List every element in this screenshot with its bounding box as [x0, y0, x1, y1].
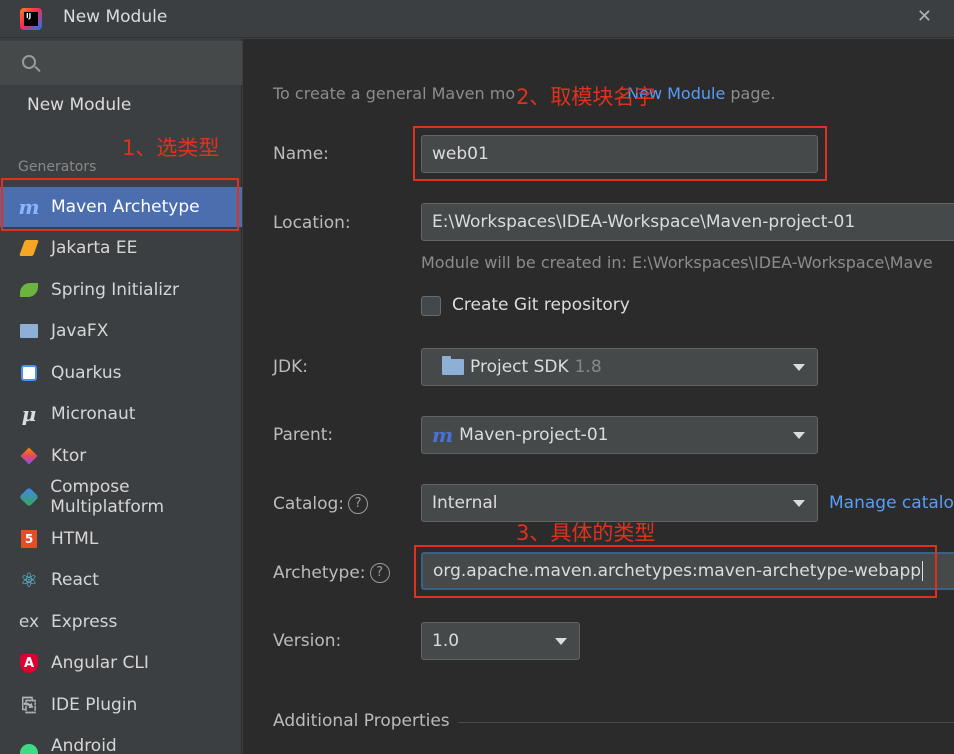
sidebar-item-label: HTML [51, 529, 99, 549]
sidebar-item-label: Micronaut [51, 404, 136, 424]
search-input[interactable] [0, 41, 242, 85]
sidebar-item-label: Spring Initializr [51, 280, 179, 300]
folder-icon [442, 356, 464, 375]
archetype-value: org.apache.maven.archetypes:maven-archet… [433, 561, 922, 581]
annotation-step1: 1、选类型 [122, 136, 220, 160]
sidebar-item-quarkus[interactable]: Quarkus [0, 353, 242, 393]
name-field[interactable]: web01 [421, 135, 818, 173]
manage-catalogs-link[interactable]: Manage catalog [829, 493, 954, 513]
express-icon: ex [18, 612, 40, 632]
version-select[interactable]: 1.0 [421, 622, 580, 660]
plugin-icon: ⎘ [21, 694, 37, 716]
git-checkbox-label[interactable]: Create Git repository [452, 295, 630, 315]
location-label: Location: [273, 213, 351, 233]
sidebar-item-label: React [51, 570, 99, 590]
git-checkbox[interactable] [421, 296, 441, 316]
chevron-down-icon [555, 638, 567, 645]
spring-icon [18, 279, 40, 301]
sidebar-item-label: Maven Archetype [51, 197, 200, 217]
sidebar-item-jakarta-ee[interactable]: Jakarta EE [0, 228, 242, 268]
annotation-step2: 2、取模块名字 [516, 85, 656, 109]
location-value: E:\Workspaces\IDEA-Workspace\Maven-proje… [432, 212, 856, 232]
parent-label: Parent: [273, 425, 334, 445]
hint-suffix: page. [725, 84, 776, 103]
window-title: New Module [63, 7, 168, 27]
compose-icon [18, 486, 39, 508]
hint-text: To create a general Maven mo [273, 84, 516, 103]
maven-icon: m [18, 195, 40, 219]
react-icon: ⚛ [20, 568, 38, 592]
sidebar-item-express[interactable]: ex Express [0, 602, 242, 642]
help-icon[interactable]: ? [369, 563, 390, 583]
help-icon[interactable]: ? [348, 494, 369, 514]
close-icon[interactable]: ✕ [917, 6, 932, 27]
maven-icon: m [432, 423, 454, 447]
sidebar-item-android[interactable]: Android [0, 726, 242, 754]
divider [458, 722, 954, 723]
name-label: Name: [273, 144, 329, 164]
javafx-icon [18, 320, 40, 342]
sidebar-item-javafx[interactable]: JavaFX [0, 311, 242, 351]
angular-icon: A [18, 652, 40, 674]
search-icon [22, 55, 36, 69]
sidebar-item-spring-initializr[interactable]: Spring Initializr [0, 270, 242, 310]
sidebar-item-html[interactable]: 5 HTML [0, 519, 242, 559]
jdk-value: Project SDK [470, 357, 569, 377]
parent-value: Maven-project-01 [459, 425, 609, 445]
intellij-logo-icon: IJ [20, 8, 42, 30]
sidebar-item-new-module[interactable]: New Module [27, 95, 131, 115]
version-value: 1.0 [432, 631, 460, 651]
ktor-icon [18, 445, 40, 467]
sidebar-item-label: IDE Plugin [51, 695, 138, 715]
catalog-label-text: Catalog: [273, 494, 345, 514]
jdk-select[interactable]: Project SDK 1.8 [421, 348, 818, 386]
archetype-input[interactable]: org.apache.maven.archetypes:maven-archet… [421, 552, 954, 590]
chevron-down-icon [793, 364, 805, 371]
additional-properties-title[interactable]: Additional Properties [273, 711, 450, 731]
location-field[interactable]: E:\Workspaces\IDEA-Workspace\Maven-proje… [421, 203, 954, 241]
title-bar: IJ New Module ✕ [0, 0, 954, 38]
sidebar-item-react[interactable]: ⚛ React [0, 560, 242, 600]
sidebar-item-label: JavaFX [51, 321, 109, 341]
sidebar-item-label: Express [51, 612, 118, 632]
chevron-down-icon [793, 432, 805, 439]
sidebar-item-label: Angular CLI [51, 653, 149, 673]
sidebar-item-label: Jakarta EE [51, 238, 138, 258]
sidebar-item-angular-cli[interactable]: A Angular CLI [0, 643, 242, 683]
generators-label: Generators [18, 159, 97, 175]
sidebar-item-compose-multiplatform[interactable]: Compose Multiplatform [0, 477, 242, 517]
sidebar-item-label: Compose Multiplatform [50, 477, 165, 517]
sidebar-item-maven-archetype[interactable]: m Maven Archetype [0, 187, 242, 227]
parent-select[interactable]: m Maven-project-01 [421, 416, 818, 454]
quarkus-icon [18, 362, 40, 384]
annotation-step3: 3、具体的类型 [516, 521, 656, 545]
archetype-label: Archetype:? [273, 563, 390, 583]
catalog-value: Internal [432, 493, 498, 513]
sidebar-item-label: Ktor [51, 446, 87, 466]
text-caret [922, 561, 924, 581]
micronaut-icon: μ [21, 402, 37, 426]
chevron-down-icon [793, 500, 805, 507]
jakarta-icon [18, 237, 40, 259]
sidebar-item-micronaut[interactable]: μ Micronaut [0, 394, 242, 434]
version-label: Version: [273, 631, 342, 651]
module-form: To create a general Maven mo New Module p… [243, 39, 954, 754]
location-hint: Module will be created in: E:\Workspaces… [421, 253, 933, 272]
catalog-label: Catalog:? [273, 494, 369, 514]
sidebar-item-label: Quarkus [51, 363, 122, 383]
sidebar-item-ide-plugin[interactable]: ⎘ IDE Plugin [0, 685, 242, 725]
sidebar-item-label: Android [51, 736, 117, 754]
android-icon [18, 735, 40, 754]
sidebar-item-ktor[interactable]: Ktor [0, 436, 242, 476]
jdk-version: 1.8 [574, 357, 602, 377]
html-icon: 5 [18, 528, 40, 550]
jdk-label: JDK: [273, 357, 308, 377]
archetype-label-text: Archetype: [273, 563, 366, 583]
name-value: web01 [432, 144, 489, 164]
